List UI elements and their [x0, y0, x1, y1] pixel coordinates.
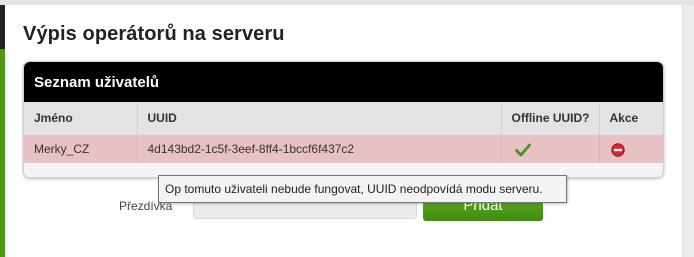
page-title: Výpis operátorů na serveru — [23, 23, 285, 45]
user-name-cell: Merky_CZ — [24, 135, 138, 163]
offline-uuid-cell — [501, 135, 600, 163]
remove-icon[interactable] — [610, 142, 625, 157]
column-header-offline-uuid: Offline UUID? — [501, 102, 600, 136]
check-icon — [514, 143, 531, 157]
user-uuid-cell: 4d143bd2-1c5f-3eef-8ff4-1bccf6f437c2 — [137, 135, 502, 163]
actions-cell — [599, 135, 663, 163]
accent-bar — [0, 5, 5, 257]
user-list-box: Seznam uživatelů Jméno UUID Offline UUID… — [23, 61, 664, 178]
user-table: Jméno UUID Offline UUID? Akce Merky_CZ 4… — [24, 102, 663, 163]
table-header-row: Jméno UUID Offline UUID? Akce — [24, 102, 663, 136]
column-header-actions: Akce — [599, 102, 663, 136]
column-header-uuid: UUID — [137, 102, 502, 136]
table-row: Merky_CZ 4d143bd2-1c5f-3eef-8ff4-1bccf6f… — [24, 135, 663, 163]
column-header-name: Jméno — [24, 102, 138, 136]
tooltip: Op tomuto uživateli nebude fungovat, UUI… — [158, 175, 567, 203]
user-list-header: Seznam uživatelů — [24, 62, 663, 102]
